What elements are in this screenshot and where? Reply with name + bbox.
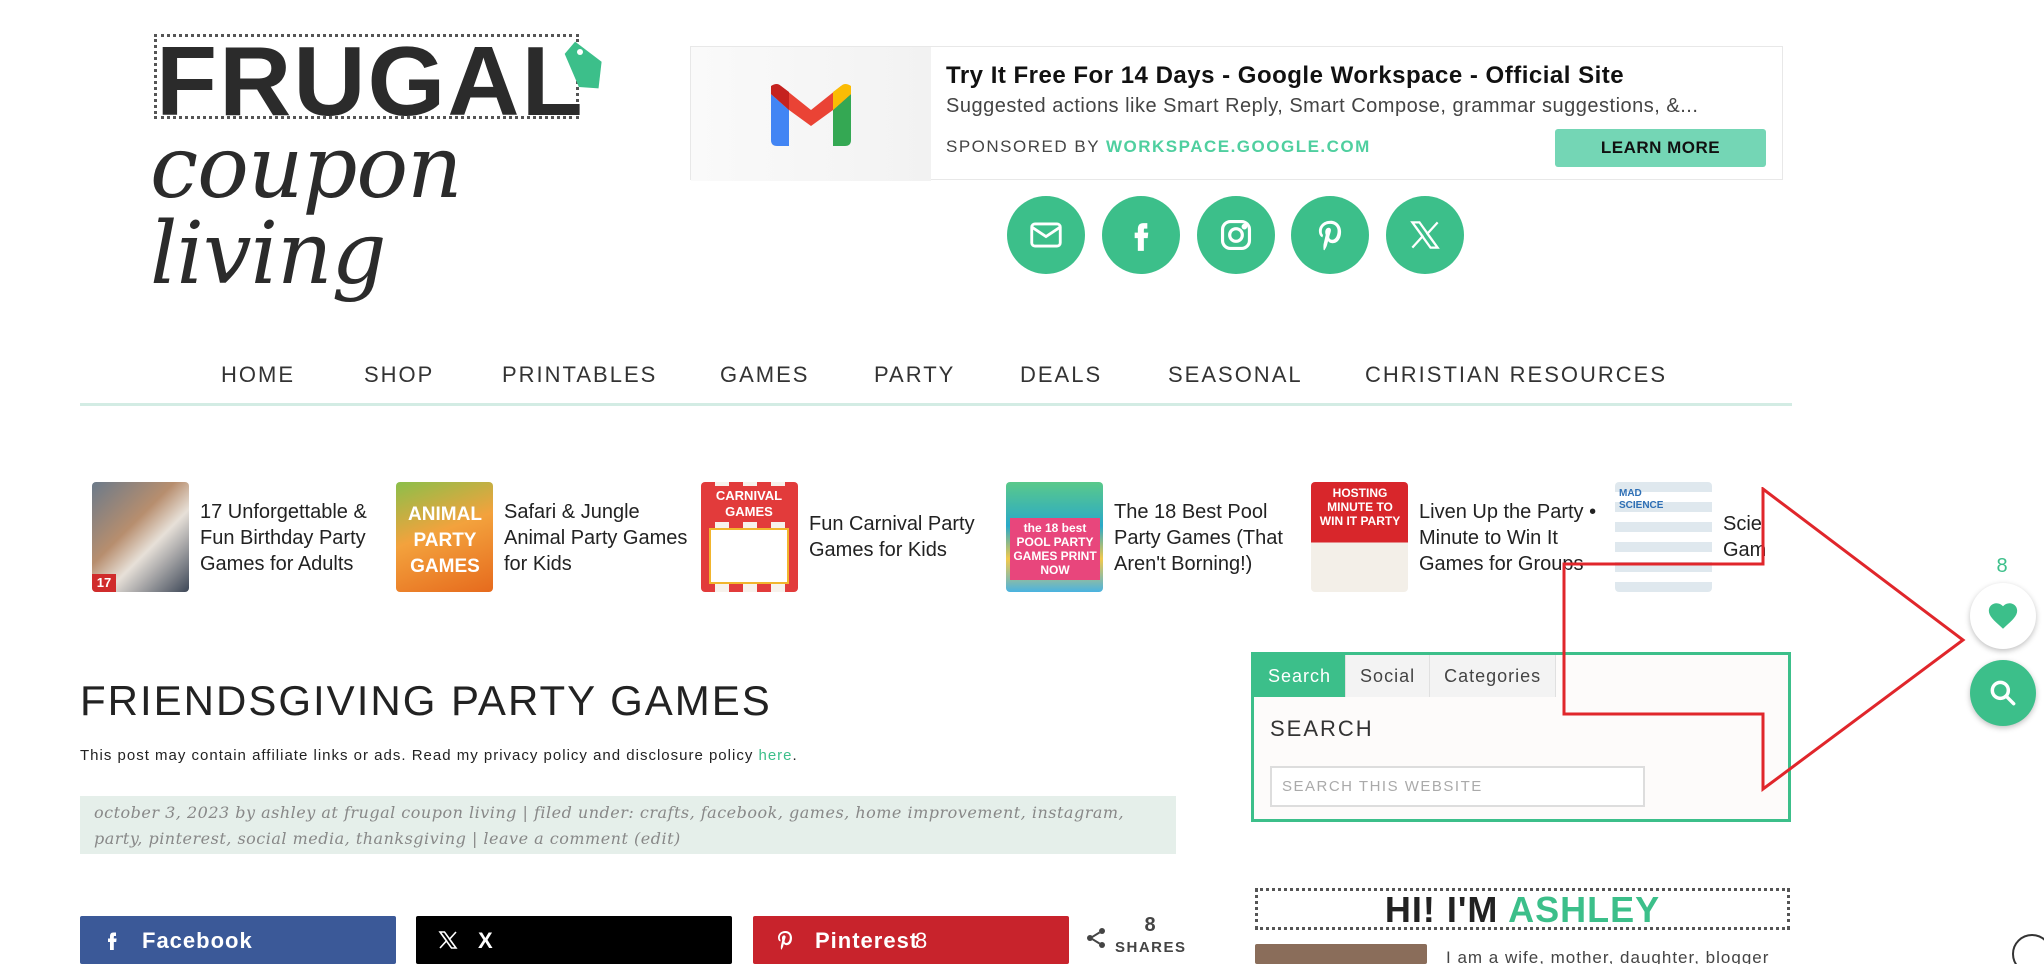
nav-seasonal[interactable]: SEASONAL [1168,362,1303,388]
instagram-social-button[interactable] [1197,196,1275,274]
author-photo [1255,944,1427,964]
share-icon [1087,928,1105,948]
facebook-social-button[interactable] [1102,196,1180,274]
thumbnail-caption: HOSTING MINUTE TO WIN IT PARTY [1319,486,1401,528]
main-navigation: HOME SHOP PRINTABLES GAMES PARTY DEALS S… [80,356,1792,406]
disclosure-link[interactable]: here [758,747,792,764]
related-post-4[interactable]: the 18 best POOL PARTY GAMES PRINT NOW T… [1006,482,1296,592]
nav-deals[interactable]: DEALS [1020,362,1102,388]
nav-games[interactable]: GAMES [720,362,809,388]
facebook-share-button[interactable]: Facebook [80,916,396,964]
pinterest-social-button[interactable] [1291,196,1369,274]
related-post-6[interactable]: MAD SCIENCE Scie Gam [1615,482,1785,592]
pinterest-share-count: 8 [915,928,929,953]
email-icon [1030,222,1062,248]
related-post-2[interactable]: ANIMAL PARTY GAMES Safari & Jungle Anima… [396,482,687,592]
search-input[interactable]: SEARCH THIS WEBSITE [1270,766,1645,807]
about-text: I am a wife, mother, daughter, blogger [1446,948,1770,964]
thumbnail-caption: CARNIVAL GAMES [705,486,793,522]
pinterest-share-button[interactable]: Pinterest 8 [753,916,1069,964]
about-heading-prefix: HI! I'M [1384,889,1509,930]
related-thumbnail: ANIMAL PARTY GAMES [396,482,493,592]
nav-printables[interactable]: PRINTABLES [502,362,657,388]
related-title[interactable]: Fun Carnival Party Games for Kids [809,511,1009,563]
related-title[interactable]: Liven Up the Party • Minute to Win It Ga… [1419,499,1619,577]
learn-more-button[interactable]: LEARN MORE [1555,129,1766,167]
ad-sponsor-prefix: SPONSORED BY [946,137,1106,156]
related-thumbnail: CARNIVAL GAMES [701,482,798,592]
x-share-label: X [478,928,494,953]
widget-heading: SEARCH [1270,716,1374,741]
thumbnail-cards [709,528,789,584]
x-social-button[interactable] [1386,196,1464,274]
x-icon [438,931,458,949]
pinterest-icon [1318,220,1342,251]
search-icon [1990,680,2016,706]
share-total: 8 SHARES [1115,914,1185,956]
post-meta: october 3, 2023 by ashley at frugal coup… [80,796,1176,854]
site-logo[interactable]: FRUGAL coupon living [150,26,620,297]
pinterest-share-label: Pinterest [815,928,919,953]
facebook-share-label: Facebook [142,928,253,953]
search-fab-button[interactable] [1970,660,2036,726]
instagram-icon [1220,219,1252,251]
ad-title[interactable]: Try It Free For 14 Days - Google Workspa… [946,62,1624,90]
related-thumbnail: HOSTING MINUTE TO WIN IT PARTY [1311,482,1408,592]
facebook-icon [1134,223,1149,251]
related-title[interactable]: Scie Gam [1723,511,1783,563]
x-icon [1410,221,1440,249]
related-post-1[interactable]: 17 17 Unforgettable & Fun Birthday Party… [92,482,382,592]
pinterest-icon [778,931,792,950]
tab-categories[interactable]: Categories [1430,655,1557,697]
disclosure-end: . [792,747,798,764]
related-thumbnail: the 18 best POOL PARTY GAMES PRINT NOW [1006,482,1103,592]
x-share-button[interactable]: X [416,916,732,964]
favorite-button[interactable] [1970,583,2036,649]
logo-tagline: coupon living [150,118,463,304]
ad-sponsor-domain[interactable]: WORKSPACE.GOOGLE.COM [1106,137,1371,156]
related-post-5[interactable]: HOSTING MINUTE TO WIN IT PARTY Liven Up … [1311,482,1601,592]
thumbnail-caption: the 18 best POOL PARTY GAMES PRINT NOW [1010,518,1100,580]
related-title[interactable]: The 18 Best Pool Party Games (That Aren'… [1114,499,1314,577]
logo-wordmark: FRUGAL [156,26,585,136]
affiliate-disclosure: This post may contain affiliate links or… [80,747,798,764]
gmail-icon [771,84,851,146]
price-tag-icon [564,41,602,89]
nav-home[interactable]: HOME [221,362,295,388]
post-meta-line-1[interactable]: october 3, 2023 by ashley at frugal coup… [94,800,1162,826]
post-title: FRIENDSGIVING PARTY GAMES [80,677,772,724]
nav-shop[interactable]: SHOP [364,362,434,388]
related-thumbnail: MAD SCIENCE [1615,482,1712,592]
nav-party[interactable]: PARTY [874,362,955,388]
share-total-count: 8 [1144,914,1156,936]
share-total-label: SHARES [1115,939,1187,956]
related-title[interactable]: 17 Unforgettable & Fun Birthday Party Ga… [200,499,400,577]
facebook-icon [108,932,117,950]
heart-icon [1988,603,2018,629]
related-post-3[interactable]: CARNIVAL GAMES Fun Carnival Party Games … [701,482,991,592]
nav-christian-resources[interactable]: CHRISTIAN RESOURCES [1365,362,1667,388]
thumbnail-caption: ANIMAL PARTY GAMES [408,504,482,577]
ad-description: Suggested actions like Smart Reply, Smar… [946,95,1699,117]
disclosure-text: This post may contain affiliate links or… [80,747,759,764]
tab-search[interactable]: Search [1254,655,1347,697]
corner-widget[interactable] [2012,934,2044,964]
post-meta-line-2[interactable]: party, pinterest, social media, thanksgi… [94,826,1162,852]
tab-social[interactable]: Social [1346,655,1431,697]
about-heading-name: ASHLEY [1508,889,1661,930]
thumbnail-caption: MAD SCIENCE [1619,488,1664,511]
related-title[interactable]: Safari & Jungle Animal Party Games for K… [504,499,704,577]
email-social-button[interactable] [1007,196,1085,274]
related-thumbnail: 17 [92,482,189,592]
ad-image [691,47,931,181]
about-heading: HI! I'M ASHLEY [1255,888,1790,930]
sidebar-tab-widget: Search Social Categories SEARCH SEARCH T… [1251,652,1791,822]
thumbnail-number: 17 [92,574,116,592]
sponsored-ad[interactable]: Try It Free For 14 Days - Google Workspa… [690,46,1783,181]
like-count: 8 [1996,555,2008,577]
ad-sponsor: SPONSORED BY WORKSPACE.GOOGLE.COM [946,137,1371,157]
widget-tabs: Search Social Categories [1254,655,1557,697]
